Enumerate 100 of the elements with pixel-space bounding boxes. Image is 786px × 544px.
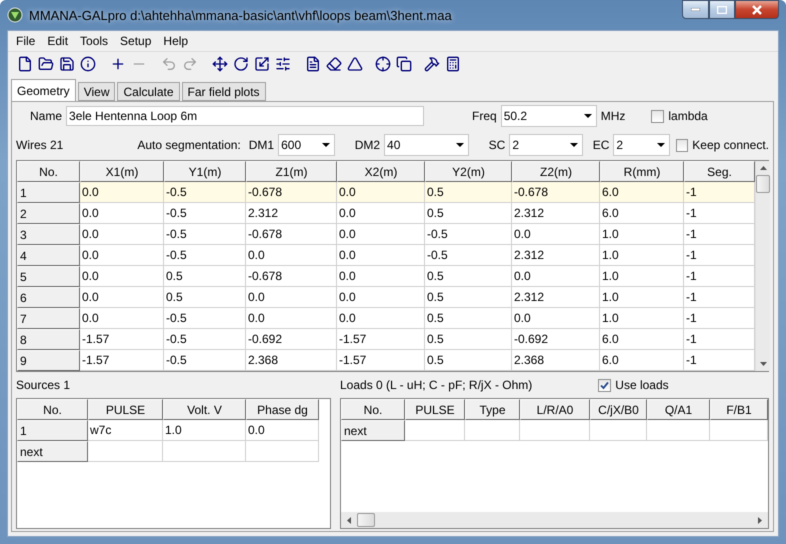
move-icon[interactable] bbox=[211, 55, 229, 73]
menu-item[interactable]: Edit bbox=[41, 34, 74, 48]
table-cell[interactable]: -1 bbox=[684, 224, 755, 245]
tab[interactable]: Geometry bbox=[11, 79, 76, 101]
checkbox[interactable] bbox=[676, 138, 688, 152]
row-header[interactable]: 4 bbox=[17, 245, 80, 266]
table-cell[interactable]: 0.0 bbox=[337, 224, 425, 245]
tab[interactable]: Calculate bbox=[117, 82, 180, 101]
table-cell[interactable]: 0.5 bbox=[164, 287, 246, 308]
dropdown-arrow-icon[interactable] bbox=[570, 143, 578, 147]
table-cell[interactable]: -1 bbox=[684, 329, 755, 350]
calculator-icon[interactable] bbox=[444, 55, 462, 73]
table-cell[interactable]: 0.5 bbox=[425, 308, 512, 329]
table-cell[interactable]: 0.0 bbox=[337, 245, 425, 266]
table-cell[interactable]: 2.368 bbox=[512, 350, 600, 371]
scrollbar-thumb[interactable] bbox=[756, 175, 770, 193]
table-cell[interactable]: w7c bbox=[88, 420, 163, 441]
dropdown[interactable]: 600 bbox=[278, 134, 335, 156]
table-cell[interactable]: 0.0 bbox=[80, 203, 164, 224]
scrollbar[interactable] bbox=[341, 512, 768, 528]
table-cell[interactable]: 0.0 bbox=[80, 182, 164, 203]
table-cell[interactable]: 0.5 bbox=[164, 266, 246, 287]
table-cell[interactable]: 0.0 bbox=[512, 224, 600, 245]
table-cell[interactable]: 1.0 bbox=[163, 420, 246, 441]
copy-icon[interactable] bbox=[395, 55, 413, 73]
menu-item[interactable]: Tools bbox=[74, 34, 114, 48]
row-header[interactable]: 3 bbox=[17, 224, 80, 245]
dropdown-arrow-icon[interactable] bbox=[657, 143, 665, 147]
table-cell[interactable]: 2.368 bbox=[246, 350, 337, 371]
table-cell[interactable]: -1.57 bbox=[337, 350, 425, 371]
table-cell[interactable]: -0.5 bbox=[425, 224, 512, 245]
table-cell[interactable]: 0.0 bbox=[337, 266, 425, 287]
close-button[interactable] bbox=[735, 0, 779, 19]
table-cell[interactable]: 0.5 bbox=[425, 203, 512, 224]
table-cell[interactable]: 1.0 bbox=[600, 287, 684, 308]
table-cell[interactable]: 0.0 bbox=[337, 182, 425, 203]
scroll-right-icon[interactable] bbox=[758, 516, 762, 524]
table-cell[interactable]: -1 bbox=[684, 182, 755, 203]
table-cell[interactable]: -1 bbox=[684, 266, 755, 287]
table-cell[interactable]: 1.0 bbox=[600, 224, 684, 245]
table-cell[interactable]: 1.0 bbox=[600, 245, 684, 266]
row-header[interactable]: 7 bbox=[17, 308, 80, 329]
row-header[interactable]: 6 bbox=[17, 287, 80, 308]
row-header[interactable]: 8 bbox=[17, 329, 80, 350]
crosshair-icon[interactable] bbox=[374, 55, 392, 73]
table-cell[interactable]: -1.57 bbox=[80, 329, 164, 350]
table-cell[interactable]: 6.0 bbox=[600, 329, 684, 350]
table-cell[interactable]: -0.5 bbox=[164, 308, 246, 329]
minimize-button[interactable] bbox=[682, 0, 709, 19]
table-cell[interactable]: 2.312 bbox=[512, 203, 600, 224]
table-cell[interactable]: -1.57 bbox=[80, 350, 164, 371]
table-cell[interactable]: -0.5 bbox=[164, 203, 246, 224]
table-cell[interactable]: 0.0 bbox=[337, 308, 425, 329]
table-cell[interactable]: 0.0 bbox=[337, 287, 425, 308]
menu-item[interactable]: Setup bbox=[114, 34, 158, 48]
table-cell[interactable]: 0.5 bbox=[425, 350, 512, 371]
table-cell[interactable]: -1 bbox=[684, 287, 755, 308]
menu-item[interactable]: Help bbox=[157, 34, 194, 48]
table-cell[interactable]: 0.5 bbox=[425, 329, 512, 350]
row-header[interactable]: 1 bbox=[17, 420, 88, 441]
table-cell[interactable]: 6.0 bbox=[600, 182, 684, 203]
table-cell[interactable]: 0.0 bbox=[80, 287, 164, 308]
triangle-icon[interactable] bbox=[346, 55, 364, 73]
table-cell[interactable]: -1 bbox=[684, 350, 755, 371]
table-cell[interactable]: -1 bbox=[684, 308, 755, 329]
row-header[interactable]: next bbox=[341, 420, 405, 441]
table-cell[interactable]: 0.5 bbox=[425, 287, 512, 308]
scale-icon[interactable] bbox=[253, 55, 271, 73]
table-cell[interactable]: -0.678 bbox=[246, 182, 337, 203]
dropdown-arrow-icon[interactable] bbox=[584, 114, 592, 118]
row-header[interactable]: next bbox=[17, 441, 88, 462]
table-cell[interactable]: -0.5 bbox=[164, 245, 246, 266]
dropdown[interactable]: 40 bbox=[384, 134, 469, 156]
table-cell[interactable]: -0.5 bbox=[164, 350, 246, 371]
sliders-icon[interactable] bbox=[274, 55, 292, 73]
table-cell[interactable]: 0.0 bbox=[246, 287, 337, 308]
table-cell[interactable]: 0.0 bbox=[512, 266, 600, 287]
table-cell[interactable]: -1.57 bbox=[337, 329, 425, 350]
table-cell[interactable]: 0.0 bbox=[80, 224, 164, 245]
new-document-icon[interactable] bbox=[16, 55, 34, 73]
table-cell[interactable]: 0.0 bbox=[80, 308, 164, 329]
table-cell[interactable]: 2.312 bbox=[512, 287, 600, 308]
table-cell[interactable]: 2.312 bbox=[512, 245, 600, 266]
checkbox[interactable] bbox=[651, 110, 664, 122]
table-cell[interactable]: 1.0 bbox=[600, 266, 684, 287]
maximize-button[interactable] bbox=[709, 0, 735, 19]
table-cell[interactable]: 0.0 bbox=[337, 203, 425, 224]
eraser-icon[interactable] bbox=[325, 55, 343, 73]
scrollbar-thumb[interactable] bbox=[357, 513, 375, 527]
table-cell[interactable]: 0.0 bbox=[246, 420, 319, 441]
scroll-down-icon[interactable] bbox=[760, 362, 766, 366]
row-header[interactable]: 9 bbox=[17, 350, 80, 371]
table-cell[interactable]: 0.5 bbox=[425, 266, 512, 287]
scroll-up-icon[interactable] bbox=[760, 166, 766, 170]
menu-item[interactable]: File bbox=[10, 34, 42, 48]
dropdown[interactable]: 2 bbox=[613, 134, 670, 156]
table-cell[interactable]: -1 bbox=[684, 245, 755, 266]
row-header[interactable]: 1 bbox=[17, 182, 80, 203]
row-header[interactable]: 2 bbox=[17, 203, 80, 224]
name-field[interactable]: 3ele Hentenna Loop 6m bbox=[66, 106, 424, 126]
